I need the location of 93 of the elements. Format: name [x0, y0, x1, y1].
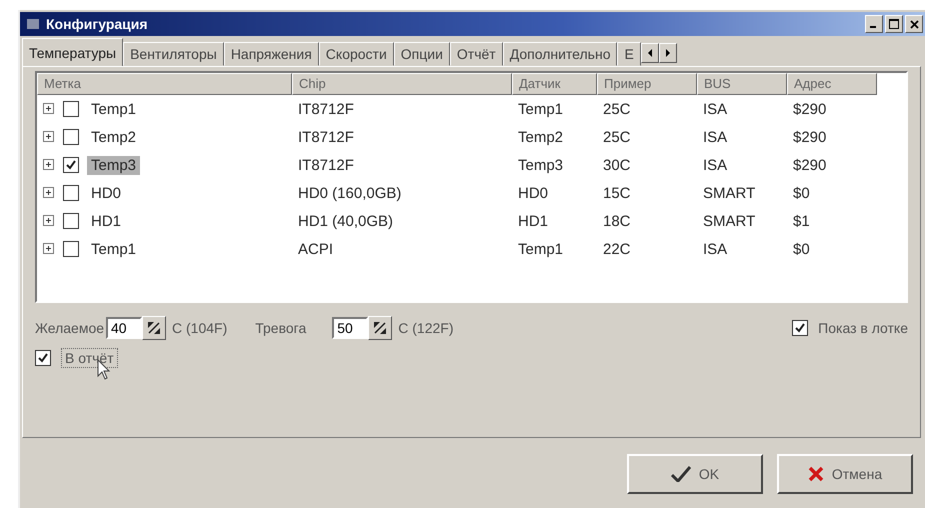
table-cell-text: IT8712F [297, 100, 355, 118]
expand-icon[interactable] [43, 215, 55, 227]
expand-icon[interactable] [43, 187, 55, 199]
alarm-field[interactable]: 50 [332, 317, 368, 339]
check-icon [795, 323, 806, 333]
tree-item[interactable]: HD0 [87, 184, 126, 202]
tab[interactable]: Е [617, 42, 641, 66]
checkbox[interactable] [63, 241, 79, 257]
table-cell-text: ISA [702, 156, 728, 174]
table-cell-text: $1 [792, 212, 811, 230]
tab[interactable]: Дополнительно [502, 42, 618, 66]
minimize-button[interactable] [865, 15, 883, 33]
check-icon [670, 466, 691, 482]
expand-icon[interactable] [43, 103, 55, 115]
right-arrow-icon [664, 49, 671, 57]
spin-arrows-icon [373, 321, 388, 335]
spin-arrows-icon [147, 321, 162, 335]
left-arrow-icon [646, 49, 653, 57]
column-header[interactable]: Chip [292, 73, 512, 95]
table-cell-text: 25C [602, 128, 632, 146]
expand-icon[interactable] [43, 243, 55, 255]
table-cell-text: ISA [702, 240, 728, 258]
column-header[interactable]: Датчик [512, 73, 597, 95]
maximize-icon [889, 19, 899, 29]
desired-field[interactable]: 40 [106, 317, 142, 339]
checkbox[interactable] [35, 350, 51, 366]
table-cell-text: ACPI [297, 240, 334, 258]
tab[interactable]: Скорости [318, 42, 394, 66]
tree-item[interactable]: Temp2 [87, 128, 140, 146]
table-cell-text: HD1 (40,0GB) [297, 212, 394, 230]
close-icon [910, 20, 918, 28]
cross-icon [808, 466, 824, 482]
check-icon [38, 353, 48, 363]
table-cell-text: $290 [792, 128, 828, 146]
column-header[interactable]: BUS [697, 73, 787, 95]
table-cell-text: $290 [792, 156, 828, 174]
tree-item[interactable]: Temp1 [87, 100, 140, 118]
table-cell-text: Temp2 [517, 128, 564, 146]
table-cell-text: $0 [792, 184, 811, 202]
tab-scroll-left-button[interactable] [640, 43, 659, 63]
ok-button[interactable]: OK [627, 454, 763, 494]
tab[interactable]: Вентиляторы [123, 42, 224, 66]
table-cell-text: IT8712F [297, 128, 355, 146]
tree-item[interactable]: Temp1 [87, 240, 140, 258]
table-cell-text: ISA [702, 100, 728, 118]
table-cell-text: 22C [602, 240, 632, 258]
table-cell-text: HD0 (160,0GB) [297, 184, 402, 202]
spin-button[interactable] [368, 316, 392, 340]
checkbox[interactable] [63, 129, 79, 145]
table-cell-text: SMART [702, 184, 756, 202]
column-header[interactable]: Пример [597, 73, 697, 95]
tab[interactable]: Опции [394, 42, 450, 66]
spin-button[interactable] [142, 316, 166, 340]
checkbox[interactable] [63, 185, 79, 201]
table-cell-text: 25C [602, 100, 632, 118]
maximize-button[interactable] [885, 15, 903, 33]
check-icon [66, 160, 76, 170]
tree-item[interactable]: HD1 [87, 212, 126, 230]
tab-scroll-right-button[interactable] [658, 43, 677, 63]
table-cell-text: 30C [602, 156, 632, 174]
window-title: Конфигурация [46, 16, 148, 32]
checkbox[interactable] [63, 157, 79, 173]
checkbox-label[interactable]: Показ в лотке [818, 320, 908, 336]
table-cell-text: IT8712F [297, 156, 355, 174]
desired-label: Желаемое [35, 320, 104, 336]
unit-label: C (104F) [172, 320, 228, 336]
tree-item[interactable]: Temp3 [87, 156, 140, 174]
table-cell-text: Temp3 [517, 156, 564, 174]
expand-icon[interactable] [43, 131, 55, 143]
tab[interactable]: Отчёт [450, 42, 503, 66]
checkbox[interactable] [63, 213, 79, 229]
table-cell-text: Temp1 [517, 240, 564, 258]
column-header[interactable]: Метка [37, 73, 292, 95]
close-button[interactable] [905, 15, 923, 33]
table-cell-text: 15C [602, 184, 632, 202]
tab[interactable]: Напряжения [224, 42, 319, 66]
table-cell-text: Temp1 [517, 100, 564, 118]
column-header[interactable]: Адрес [787, 73, 877, 95]
table-cell-text: HD1 [517, 212, 550, 230]
table-cell-text: SMART [702, 212, 756, 230]
expand-icon[interactable] [43, 159, 55, 171]
unit-label: C (122F) [398, 320, 454, 336]
table-cell-text: $0 [792, 240, 811, 258]
cancel-button[interactable]: Отмена [777, 454, 913, 494]
app-icon [26, 17, 40, 31]
alarm-label: Тревога [255, 320, 306, 336]
table-cell-text: 18C [602, 212, 632, 230]
table-cell-text: ISA [702, 128, 728, 146]
tab[interactable]: Температуры [22, 38, 124, 66]
table-cell-text: $290 [792, 100, 828, 118]
checkbox[interactable] [792, 320, 808, 336]
table-cell-text: HD0 [517, 184, 550, 202]
checkbox[interactable] [63, 101, 79, 117]
